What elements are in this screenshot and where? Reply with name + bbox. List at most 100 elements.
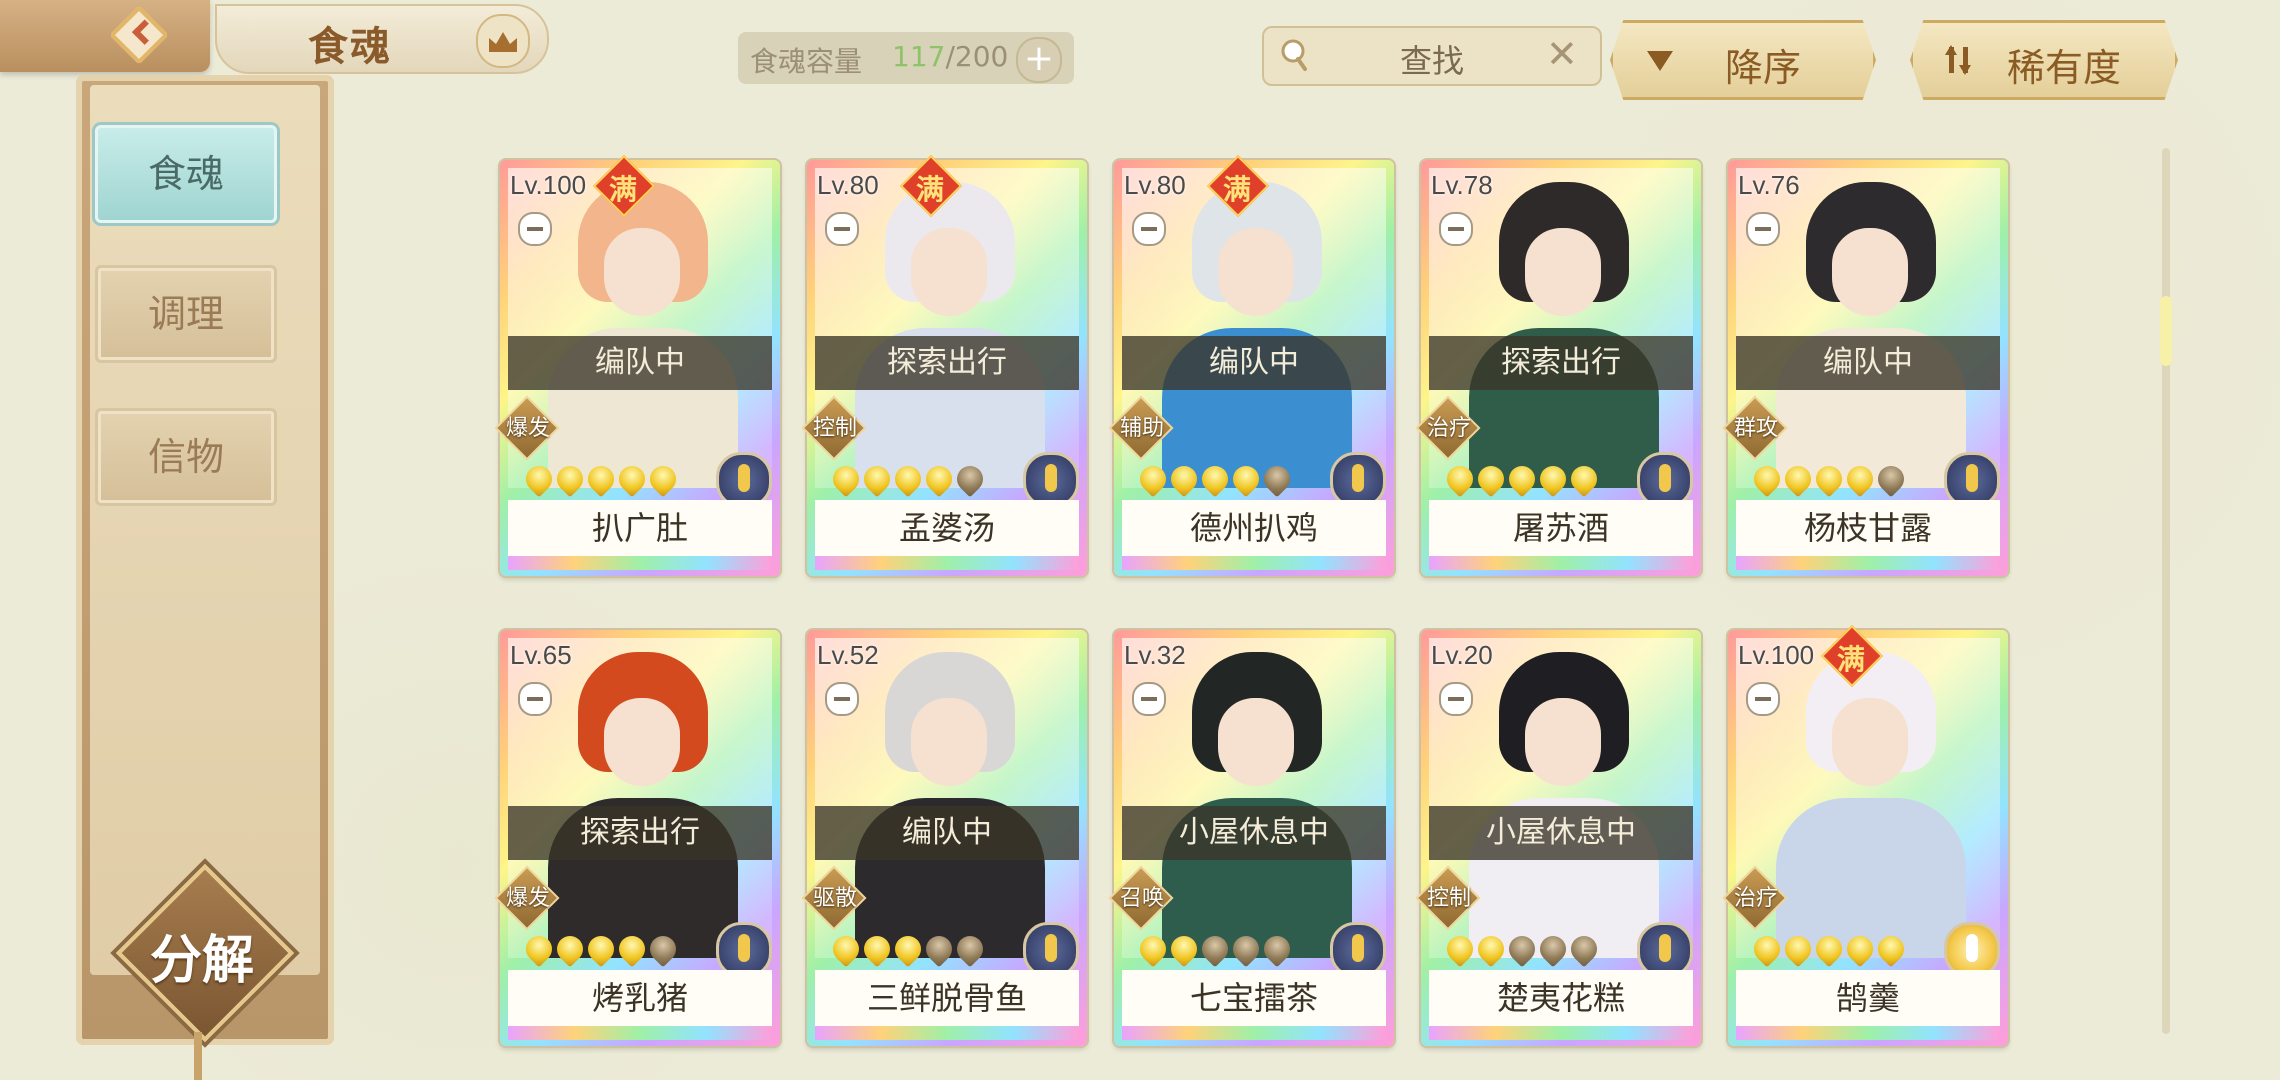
- card-footer: [508, 556, 772, 570]
- capacity-count: 117/200: [892, 40, 1008, 73]
- star-icon: [920, 460, 958, 498]
- food-soul-card[interactable]: Lv.100 满编队中 爆发 扒广肚: [494, 154, 780, 576]
- back-button[interactable]: [0, 0, 210, 72]
- food-soul-card[interactable]: Lv.76 编队中 群攻 杨枝甘露: [1722, 160, 2008, 576]
- star-icon: [1565, 460, 1603, 498]
- character-face: [604, 228, 680, 316]
- star-rating: [1748, 930, 1910, 968]
- food-soul-card[interactable]: Lv.52 编队中 驱散 三鲜脱骨鱼: [801, 630, 1087, 1046]
- card-footer: [815, 1026, 1079, 1040]
- card-footer: [815, 556, 1079, 570]
- star-rating: [1441, 460, 1603, 498]
- lock-toggle-icon[interactable]: [1132, 212, 1166, 246]
- lock-toggle-icon[interactable]: [1746, 212, 1780, 246]
- star-icon: [1165, 930, 1203, 968]
- search-box[interactable]: 查找 ✕: [1262, 26, 1602, 86]
- star-icon: [1872, 930, 1910, 968]
- role-label: 控制: [812, 416, 857, 441]
- star-icon: [951, 930, 989, 968]
- expand-capacity-button[interactable]: +: [1016, 37, 1062, 83]
- tab-cooking[interactable]: 调理: [95, 265, 277, 363]
- star-rating: [1441, 930, 1603, 968]
- star-rating: [1134, 930, 1296, 968]
- lock-toggle-icon[interactable]: [518, 212, 552, 246]
- character-name: 烤乳猪: [508, 970, 772, 1026]
- scrollbar-thumb[interactable]: [2160, 296, 2172, 366]
- card-footer: [1736, 1026, 2000, 1040]
- star-icon: [1810, 460, 1848, 498]
- swap-icon: [1945, 45, 1971, 75]
- star-icon: [1227, 930, 1265, 968]
- star-icon: [1472, 930, 1510, 968]
- search-icon: [1281, 39, 1307, 71]
- star-icon: [1134, 930, 1172, 968]
- star-icon: [644, 930, 682, 968]
- character-face: [1832, 228, 1908, 316]
- level-label: Lv.80: [1124, 170, 1186, 200]
- star-icon: [1441, 460, 1479, 498]
- role-label: 群攻: [1733, 416, 1778, 441]
- tab-food-souls[interactable]: 食魂: [95, 125, 277, 223]
- lock-toggle-icon[interactable]: [1132, 682, 1166, 716]
- search-placeholder: 查找: [1400, 42, 1465, 80]
- sort-order-button[interactable]: 降序: [1610, 20, 1876, 100]
- star-icon: [582, 930, 620, 968]
- card-footer: [508, 1026, 772, 1040]
- status-banner: 探索出行: [815, 336, 1079, 390]
- clear-search-icon[interactable]: ✕: [1546, 32, 1578, 76]
- food-soul-card[interactable]: Lv.80 满探索出行 控制 孟婆汤: [801, 154, 1087, 576]
- star-icon: [1196, 460, 1234, 498]
- status-banner: 编队中: [815, 806, 1079, 860]
- card-footer: [1122, 1026, 1386, 1040]
- level-label: Lv.80: [817, 170, 879, 200]
- top-bar: 食魂 食魂容量 117/200 + 查找 ✕ 降序 稀有度: [0, 0, 2280, 100]
- character-name: 德州扒鸡: [1122, 500, 1386, 556]
- lock-toggle-icon[interactable]: [1439, 682, 1473, 716]
- food-soul-card[interactable]: Lv.80 满编队中 辅助 德州扒鸡: [1108, 154, 1394, 576]
- star-icon: [582, 460, 620, 498]
- level-label: Lv.32: [1124, 640, 1186, 670]
- food-soul-card[interactable]: Lv.78 探索出行 治疗 屠苏酒: [1415, 160, 1701, 576]
- star-icon: [827, 460, 865, 498]
- star-icon: [613, 930, 651, 968]
- role-label: 爆发: [505, 886, 550, 911]
- character-name: 鹄羹: [1736, 970, 2000, 1026]
- star-icon: [551, 460, 589, 498]
- character-face: [1525, 228, 1601, 316]
- capacity-label: 食魂容量: [750, 45, 863, 78]
- star-rating: [1748, 460, 1910, 498]
- food-soul-card[interactable]: Lv.65 探索出行 爆发 烤乳猪: [494, 630, 780, 1046]
- level-label: Lv.78: [1431, 170, 1493, 200]
- crown-button[interactable]: [476, 14, 530, 68]
- decompose-label: 分解: [149, 930, 254, 991]
- character-face: [911, 228, 987, 316]
- star-icon: [1165, 460, 1203, 498]
- sort-key-button[interactable]: 稀有度: [1910, 20, 2178, 100]
- food-soul-card[interactable]: Lv.32 小屋休息中 召唤 七宝擂茶: [1108, 630, 1394, 1046]
- food-soul-card[interactable]: Lv.100 满治疗 鹄羹: [1722, 624, 2008, 1046]
- tab-tokens[interactable]: 信物: [95, 408, 277, 506]
- star-icon: [1872, 460, 1910, 498]
- level-label: Lv.65: [510, 640, 572, 670]
- lock-toggle-icon[interactable]: [825, 682, 859, 716]
- star-rating: [520, 930, 682, 968]
- character-name: 楚夷花糕: [1429, 970, 1693, 1026]
- card-footer: [1736, 556, 2000, 570]
- star-rating: [1134, 460, 1296, 498]
- decompose-button[interactable]: 分解: [115, 863, 295, 1043]
- star-icon: [920, 930, 958, 968]
- level-label: Lv.100: [510, 170, 587, 200]
- capacity-current: 117: [892, 40, 946, 73]
- lock-toggle-icon[interactable]: [1439, 212, 1473, 246]
- food-soul-card[interactable]: Lv.20 小屋休息中 控制 楚夷花糕: [1415, 630, 1701, 1046]
- level-label: Lv.20: [1431, 640, 1493, 670]
- lock-toggle-icon[interactable]: [825, 212, 859, 246]
- role-label: 控制: [1426, 886, 1471, 911]
- role-label: 爆发: [505, 416, 550, 441]
- star-rating: [827, 930, 989, 968]
- lock-toggle-icon[interactable]: [518, 682, 552, 716]
- scrollbar-track[interactable]: [2162, 148, 2170, 1034]
- capacity-display: 食魂容量 117/200 +: [738, 32, 1074, 84]
- star-icon: [1503, 460, 1541, 498]
- lock-toggle-icon[interactable]: [1746, 682, 1780, 716]
